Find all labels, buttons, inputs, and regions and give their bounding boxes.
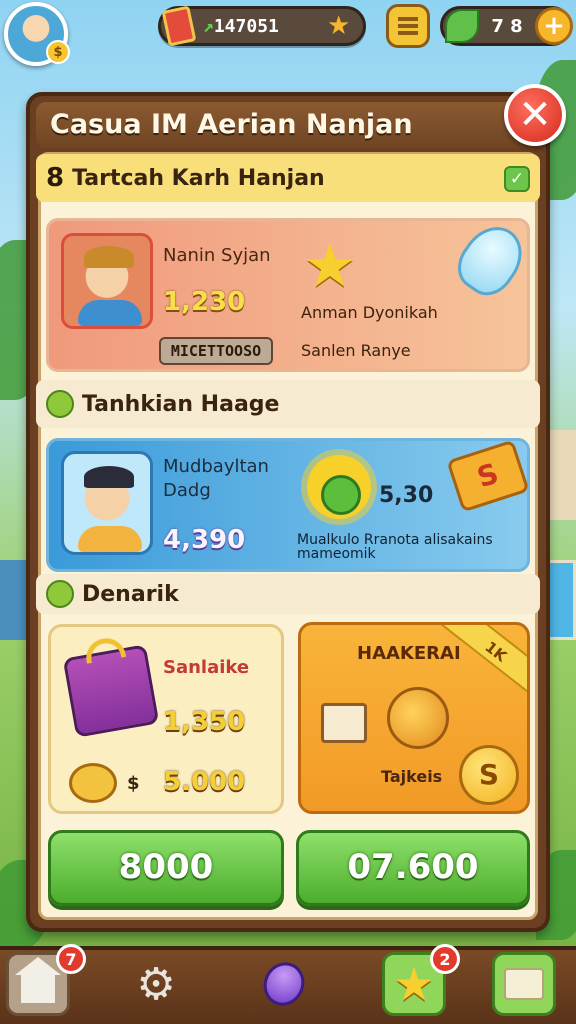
offer-value: 1,350 xyxy=(163,707,246,737)
currency-symbol: $ xyxy=(127,773,140,794)
folder-icon xyxy=(504,968,544,1000)
section-header-2: Tanhkian Haage xyxy=(36,380,540,428)
coin-balance[interactable]: ↗147051 ★ xyxy=(158,5,366,47)
nav-gem-button[interactable] xyxy=(252,952,316,1016)
package-icon xyxy=(321,703,367,743)
portrait-shirt xyxy=(78,526,142,552)
hamburger-icon xyxy=(398,17,418,35)
section-title: Tartcah Karh Hanjan xyxy=(72,165,325,191)
coin-icon xyxy=(69,763,117,803)
offer-label: Tajkeis xyxy=(381,767,443,786)
player-portrait xyxy=(61,233,153,329)
challenge-name: Mudbayltan Dadg xyxy=(163,456,269,501)
coin-value-wrap: ↗147051 xyxy=(193,16,327,37)
leaf-gem-icon xyxy=(445,9,479,43)
offer-title: Sanlaike xyxy=(163,657,250,678)
trend-arrow-icon: ↗ xyxy=(203,15,214,37)
close-button[interactable]: ✕ xyxy=(504,84,566,146)
challenge-portrait xyxy=(61,451,153,555)
player-tag-button[interactable]: MICETTOOSO xyxy=(159,337,273,365)
coin-value: 147051 xyxy=(213,15,279,37)
player-subtitle: Anman Dyonikah xyxy=(301,303,438,322)
gem-balance[interactable]: 7 8 + xyxy=(440,6,573,46)
section-title: Denarik xyxy=(82,581,179,607)
profile-badge: $ xyxy=(46,40,70,64)
section-header-1: 8 Tartcah Karh Hanjan ✓ xyxy=(36,154,540,202)
player-score: 1,230 xyxy=(163,287,246,317)
section-number: 8 xyxy=(46,163,65,193)
offer-card-left[interactable]: Sanlaike 1,350 $ 5.000 xyxy=(48,624,284,814)
menu-button[interactable] xyxy=(386,4,430,48)
star-notification-badge: 2 xyxy=(430,944,460,974)
home-notification-badge: 7 xyxy=(56,944,86,974)
money-bag-icon xyxy=(46,390,74,418)
profile-avatar[interactable]: $ xyxy=(4,2,70,66)
portrait-shirt xyxy=(78,300,142,326)
challenge-value: 5,30 xyxy=(379,483,434,508)
player-name: Nanin Syjan xyxy=(163,245,271,266)
offer-price: 5.000 xyxy=(163,767,246,797)
offer-title: HAAKERAI xyxy=(357,643,461,664)
portrait-hair xyxy=(84,466,134,488)
nav-settings-button[interactable]: ⚙ xyxy=(124,952,188,1016)
purple-gem-icon xyxy=(256,955,312,1013)
nav-folder-button[interactable] xyxy=(492,952,556,1016)
player-subtitle-2: Sanlen Ranye xyxy=(301,341,411,360)
challenge-description: Mualkulo Rranota alisakains mameomik xyxy=(297,532,493,562)
add-gems-button[interactable]: + xyxy=(535,7,573,45)
coin-badge-icon: S xyxy=(459,745,519,805)
coin-cards-icon: S xyxy=(446,439,530,513)
section-title: Tanhkian Haage xyxy=(82,391,280,417)
chest-handle xyxy=(83,635,127,664)
section-header-3: Denarik xyxy=(36,574,540,614)
portrait-hair xyxy=(84,246,134,268)
card-icon xyxy=(161,5,197,47)
buy-button-right[interactable]: 07.600 xyxy=(296,830,530,906)
challenge-card[interactable]: Mudbayltan Dadg 4,390 5,30 S Mualkulo Rr… xyxy=(46,438,530,572)
star-icon: ★ xyxy=(327,11,351,41)
offer-card-right[interactable]: 1K HAAKERAI Tajkeis S xyxy=(298,622,530,814)
smiling-star-icon: ★ xyxy=(303,231,357,301)
gem-value: 7 8 xyxy=(491,15,523,37)
golden-orb-icon xyxy=(387,687,449,749)
chest-icon xyxy=(62,635,160,738)
player-card[interactable]: Nanin Syjan 1,230 MICETTOOSO ★ Anman Dyo… xyxy=(46,215,535,372)
plant-creature-icon xyxy=(321,475,361,515)
challenge-score: 4,390 xyxy=(163,525,246,555)
home-icon xyxy=(15,957,61,1003)
checkbox-icon[interactable]: ✓ xyxy=(504,166,530,192)
lightbulb-icon xyxy=(447,215,535,305)
panel-title: Casua IM Aerian Nanjan xyxy=(36,102,540,148)
buy-button-left[interactable]: 8000 xyxy=(48,830,284,906)
checkmark-icon xyxy=(46,580,74,608)
